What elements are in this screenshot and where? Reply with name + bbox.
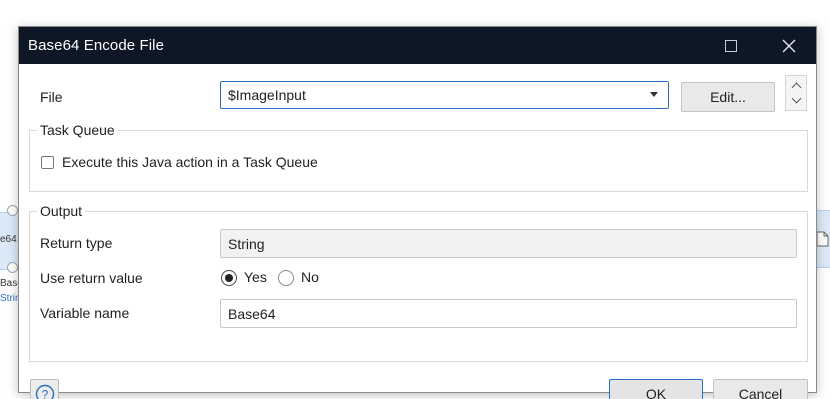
help-icon: ? bbox=[35, 384, 54, 399]
svg-text:?: ? bbox=[41, 387, 48, 399]
variable-name-label: Variable name bbox=[40, 305, 130, 321]
radio-selected-dot bbox=[225, 274, 233, 282]
dialog-titlebar[interactable]: Base64 Encode File bbox=[19, 27, 816, 64]
chevron-up-icon[interactable] bbox=[791, 82, 802, 93]
base64-encode-dialog: Base64 Encode File File $ImageInput Edit… bbox=[18, 26, 817, 399]
use-return-value-label: Use return value bbox=[40, 270, 143, 286]
file-select[interactable]: $ImageInput bbox=[220, 81, 669, 109]
cancel-button-label: Cancel bbox=[738, 386, 783, 399]
variable-name-value: Base64 bbox=[228, 306, 276, 322]
node-connector-bottom[interactable] bbox=[7, 262, 18, 273]
file-label: File bbox=[40, 89, 63, 105]
close-icon bbox=[782, 39, 796, 52]
return-type-label: Return type bbox=[40, 235, 113, 251]
edit-button[interactable]: Edit... bbox=[681, 82, 775, 112]
radio-no-label[interactable]: No bbox=[301, 269, 319, 285]
return-type-value: String bbox=[228, 236, 265, 252]
dropdown-arrow-icon bbox=[650, 92, 658, 97]
edit-button-label: Edit... bbox=[710, 89, 746, 105]
file-select-value: $ImageInput bbox=[228, 87, 306, 103]
maximize-icon bbox=[725, 39, 737, 52]
variable-name-input[interactable]: Base64 bbox=[220, 299, 797, 328]
task-queue-legend: Task Queue bbox=[37, 122, 118, 138]
ok-button-label: OK bbox=[645, 386, 667, 399]
task-queue-checkbox-label[interactable]: Execute this Java action in a Task Queue bbox=[62, 154, 318, 170]
dialog-content: File $ImageInput Edit... Task Queue Exec… bbox=[19, 64, 816, 399]
help-button[interactable]: ? bbox=[30, 379, 59, 399]
output-legend: Output bbox=[37, 203, 86, 219]
dialog-title: Base64 Encode File bbox=[28, 37, 165, 54]
radio-no[interactable] bbox=[278, 270, 294, 286]
task-queue-checkbox[interactable] bbox=[41, 156, 54, 169]
radio-yes-label[interactable]: Yes bbox=[244, 269, 267, 285]
node-connector-top[interactable] bbox=[7, 205, 18, 216]
document-icon bbox=[816, 231, 829, 247]
chevron-down-icon[interactable] bbox=[791, 93, 802, 104]
ok-button[interactable]: OK bbox=[609, 379, 703, 399]
radio-yes[interactable] bbox=[221, 270, 237, 286]
maximize-button[interactable] bbox=[708, 27, 754, 64]
return-type-field: String bbox=[220, 229, 797, 258]
cancel-button[interactable]: Cancel bbox=[713, 379, 808, 399]
scroll-arrows[interactable] bbox=[785, 75, 807, 111]
close-button[interactable] bbox=[766, 27, 812, 64]
